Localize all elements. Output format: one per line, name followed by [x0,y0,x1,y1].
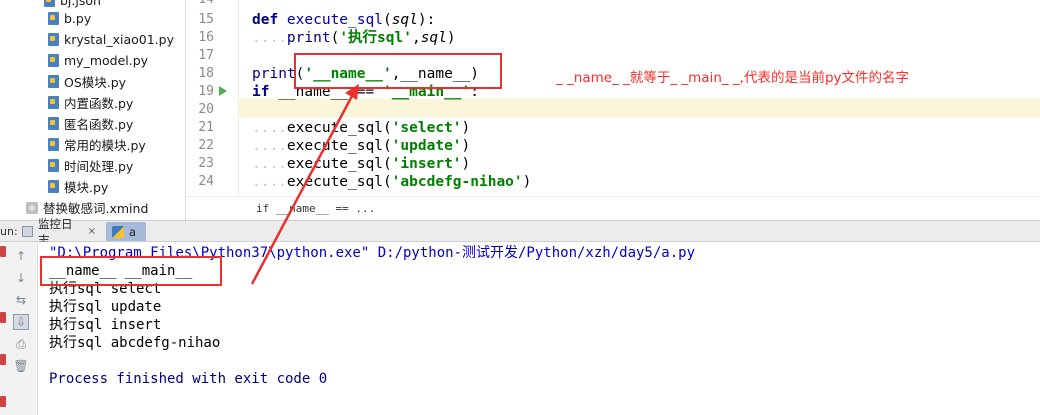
xmind-file-icon [26,201,38,214]
scroll-to-end-icon[interactable]: ⇩ [13,314,29,330]
python-file-icon [48,75,59,88]
run-indicator-icon [0,246,6,257]
breadcrumb-bar: if __name__ == ... [186,196,1040,220]
console-exit-line: Process finished with exit code 0 [49,371,328,387]
python-file-icon [48,180,59,193]
python-file-icon [48,96,59,109]
print-icon[interactable]: ⎙ [13,336,29,352]
python-file-icon [48,33,59,46]
python-file-icon [48,138,59,151]
tab-a[interactable]: a [106,222,146,241]
console-line: 执行sql update [49,299,162,315]
tree-item-module[interactable]: 模块.py [48,176,108,197]
annotation-box-code [294,53,502,89]
run-indicator-icon [0,396,6,407]
line-number: 14 [190,0,214,9]
python-file-icon [48,54,59,67]
json-file-icon [44,0,55,7]
line-number: 22 [198,138,214,153]
annotation-note: _ _name_ _就等于_ _main_ _,代表的是当前py文件的名字 [556,70,910,86]
tree-item-anonymous-functions[interactable]: 匿名函数.py [48,113,133,134]
run-indicator-icon [0,312,6,323]
line-number: 23 [198,156,214,171]
arrow-down-icon[interactable]: ↓ [13,270,29,286]
python-file-icon [112,225,124,238]
code-line-21[interactable]: ....execute_sql('select') [252,119,470,137]
log-icon [22,226,33,237]
arrow-up-icon[interactable]: ↑ [13,248,29,264]
line-number: 15 [198,12,214,27]
run-tab-bar: un: 监控日志 × a [0,217,1040,247]
tree-item-b-py[interactable]: b.py [48,8,91,29]
line-number: 18 [198,66,214,81]
run-toolbar: ↑ ↓ ⇆ ⇩ ⎙ 🗑 [0,242,38,415]
project-tree: bj.json b.py krystal_xiao01.py my_model.… [0,0,186,220]
code-editor[interactable]: 14 15 16 17 18 19 20 21 22 23 24 def exe… [186,0,1040,220]
trash-icon[interactable]: 🗑 [13,358,29,374]
line-gutter: 14 15 16 17 18 19 20 21 22 23 24 [186,0,236,196]
tree-item-builtin-functions[interactable]: 内置函数.py [48,92,133,113]
python-file-icon [48,117,59,130]
run-main-icon[interactable] [219,86,227,96]
line-number: 19 [198,84,214,99]
tree-item-os-module[interactable]: OS模块.py [48,71,126,92]
tree-item-my-model[interactable]: my_model.py [48,50,148,71]
code-line-15[interactable]: def execute_sql(sql): [252,11,435,29]
soft-wrap-icon[interactable]: ⇆ [13,292,29,308]
console-line: 执行sql insert [49,317,162,333]
run-label: un: [0,225,18,238]
line-number: 20 [198,102,214,117]
run-indicator-icon [0,354,6,365]
gutter-separator [238,0,239,196]
console-line: 执行sql abcdefg-nihao [49,335,221,351]
line-number: 24 [198,174,214,189]
line-number: 16 [198,30,214,45]
code-line-16[interactable]: ....print('执行sql',sql) [252,29,456,47]
tab-monitor-log[interactable]: 监控日志 × [16,217,102,247]
line-number: 17 [198,48,214,63]
code-line-23[interactable]: ....execute_sql('insert') [252,155,470,173]
python-file-icon [48,12,59,25]
tree-item-time-handling[interactable]: 时间处理.py [48,155,133,176]
breadcrumb[interactable]: if __name__ == ... [256,202,375,215]
close-icon[interactable]: × [88,226,96,237]
code-line-24[interactable]: ....execute_sql('abcdefg-nihao') [252,173,531,191]
python-file-icon [48,159,59,172]
tree-item-common-modules[interactable]: 常用的模块.py [48,134,146,155]
current-line-highlight [239,99,1040,117]
code-line-22[interactable]: ....execute_sql('update') [252,137,470,155]
tree-item-krystal-xiao01[interactable]: krystal_xiao01.py [48,29,174,50]
annotation-box-output [40,256,222,286]
line-number: 21 [198,120,214,135]
